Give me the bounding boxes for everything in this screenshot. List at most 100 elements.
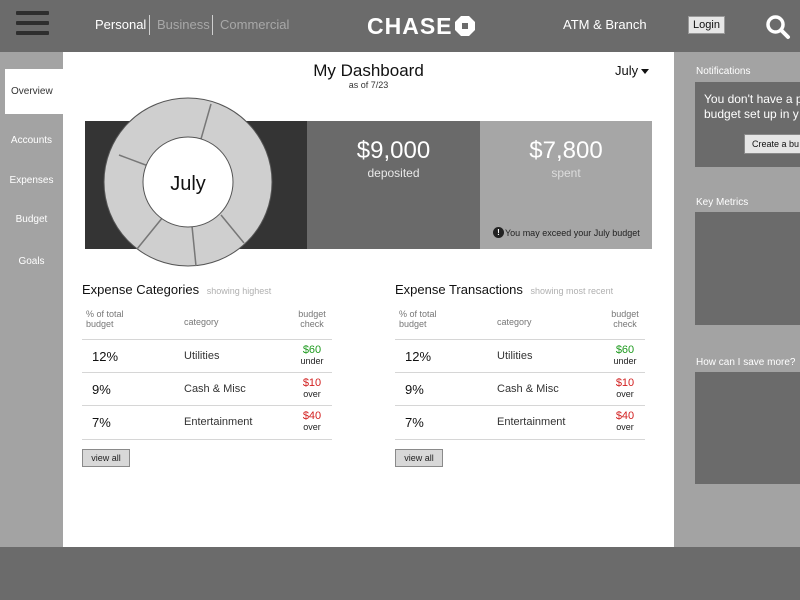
segment-divider [212, 15, 213, 35]
segment-personal[interactable]: Personal [95, 17, 146, 32]
row-state: over [616, 389, 634, 399]
table-body: 12% Utilities $60 under 9% Cash & Misc $1… [82, 339, 332, 440]
spent-panel: $7,800 spent ! You may exceed your July … [480, 121, 652, 249]
nav-item-budget[interactable]: Budget [0, 214, 63, 225]
row-pct: 7% [405, 415, 424, 430]
save-more-label: How can I save more? [696, 357, 796, 368]
right-sidebar: Notifications You don't have a p budget … [674, 52, 800, 547]
spending-donut[interactable]: July [103, 97, 273, 267]
row-amount: $40 [302, 410, 322, 422]
row-amount: $40 [615, 410, 635, 422]
view-all-transactions-button[interactable]: view all [395, 449, 443, 467]
section-hint: showing highest [206, 286, 272, 296]
row-category: Cash & Misc [497, 383, 559, 395]
login-button[interactable]: Login [688, 16, 725, 34]
row-budget-check: $40 over [292, 410, 332, 432]
row-budget-check: $60 under [605, 344, 645, 366]
section-heading: Expense Categories showing highest [82, 282, 332, 302]
col-category-header: category [497, 317, 532, 327]
expense-transactions: Expense Transactions showing most recent… [395, 282, 645, 440]
row-category: Cash & Misc [184, 383, 246, 395]
section-title: Expense Transactions [395, 282, 523, 297]
footer-bar [0, 547, 800, 600]
row-budget-check: $40 over [605, 410, 645, 432]
table-row[interactable]: 7% Entertainment $40 over [82, 405, 332, 440]
key-metrics-label: Key Metrics [696, 197, 749, 208]
row-pct: 12% [405, 349, 432, 364]
row-category: Utilities [184, 350, 220, 362]
row-state: over [616, 422, 634, 432]
row-category: Utilities [497, 350, 533, 362]
month-dropdown[interactable]: July [615, 63, 650, 78]
spent-amount: $7,800 [529, 137, 603, 164]
table-row[interactable]: 12% Utilities $60 under [395, 339, 645, 372]
budget-warning-text: You may exceed your July budget [505, 227, 640, 238]
notification-line: You don't have a p [704, 92, 800, 106]
nav-item-overview[interactable]: Overview [5, 69, 63, 114]
segment-commercial[interactable]: Commercial [220, 17, 289, 32]
deposited-label: deposited [367, 166, 420, 180]
row-budget-check: $10 over [292, 377, 332, 399]
table-header: % of total budget category budget check [82, 309, 332, 339]
nav-item-expenses[interactable]: Expenses [0, 175, 63, 186]
spent-label: spent [551, 166, 581, 180]
row-pct: 9% [405, 382, 424, 397]
row-pct: 12% [92, 349, 119, 364]
row-amount: $10 [615, 377, 635, 389]
row-budget-check: $10 over [605, 377, 645, 399]
left-nav: Overview Accounts Expenses Budget Goals [0, 52, 63, 547]
deposited-amount: $9,000 [356, 137, 431, 164]
section-heading: Expense Transactions showing most recent [395, 282, 645, 302]
expense-categories: Expense Categories showing highest % of … [82, 282, 332, 440]
segment-divider [149, 15, 150, 35]
col-pct-header: % of total budget [399, 309, 437, 329]
budget-warning: ! You may exceed your July budget [493, 227, 640, 238]
table-row[interactable]: 12% Utilities $60 under [82, 339, 332, 372]
hamburger-menu-icon[interactable] [16, 11, 49, 39]
chevron-down-icon [641, 69, 650, 75]
nav-item-goals[interactable]: Goals [0, 256, 63, 267]
table-body: 12% Utilities $60 under 9% Cash & Misc $1… [395, 339, 645, 440]
row-state: over [303, 389, 321, 399]
table-row[interactable]: 9% Cash & Misc $10 over [82, 372, 332, 405]
section-hint: showing most recent [530, 286, 614, 296]
chase-octagon-icon [454, 16, 475, 36]
segment-business[interactable]: Business [157, 17, 210, 32]
row-budget-check: $60 under [292, 344, 332, 366]
row-state: over [303, 422, 321, 432]
search-icon[interactable] [765, 14, 791, 40]
main-panel: My Dashboard as of 7/23 July $9,000 depo… [63, 52, 674, 547]
view-all-categories-button[interactable]: view all [82, 449, 130, 467]
table-row[interactable]: 7% Entertainment $40 over [395, 405, 645, 440]
chase-logo[interactable]: CHASE [367, 13, 475, 39]
row-pct: 7% [92, 415, 111, 430]
month-dropdown-label: July [615, 63, 639, 78]
key-metrics-card [695, 212, 800, 325]
notification-message: You don't have a p budget set up in y [704, 92, 800, 122]
nav-item-accounts[interactable]: Accounts [0, 135, 63, 146]
alert-icon: ! [493, 227, 504, 238]
table-row[interactable]: 9% Cash & Misc $10 over [395, 372, 645, 405]
create-budget-button[interactable]: Create a bu [744, 134, 800, 154]
save-more-card [695, 372, 800, 484]
as-of-date: as of 7/23 [348, 80, 389, 90]
atm-branch-link[interactable]: ATM & Branch [563, 17, 647, 32]
donut-month-label: July [170, 173, 206, 195]
row-state: under [300, 356, 324, 366]
row-amount: $60 [615, 344, 635, 356]
logo-text: CHASE [367, 12, 453, 39]
table-header: % of total budget category budget check [395, 309, 645, 339]
notifications-card: You don't have a p budget set up in y Cr… [695, 82, 800, 167]
col-category-header: category [184, 317, 219, 327]
row-category: Entertainment [184, 416, 253, 428]
row-amount: $60 [302, 344, 322, 356]
col-pct-header: % of total budget [86, 309, 124, 329]
col-check-header: budget check [298, 309, 326, 329]
top-bar: Personal Business Commercial CHASE ATM &… [0, 0, 800, 52]
page-title: My Dashboard [313, 61, 424, 80]
row-pct: 9% [92, 382, 111, 397]
row-amount: $10 [302, 377, 322, 389]
section-title: Expense Categories [82, 282, 200, 297]
row-state: under [613, 356, 637, 366]
notifications-label: Notifications [696, 66, 751, 77]
